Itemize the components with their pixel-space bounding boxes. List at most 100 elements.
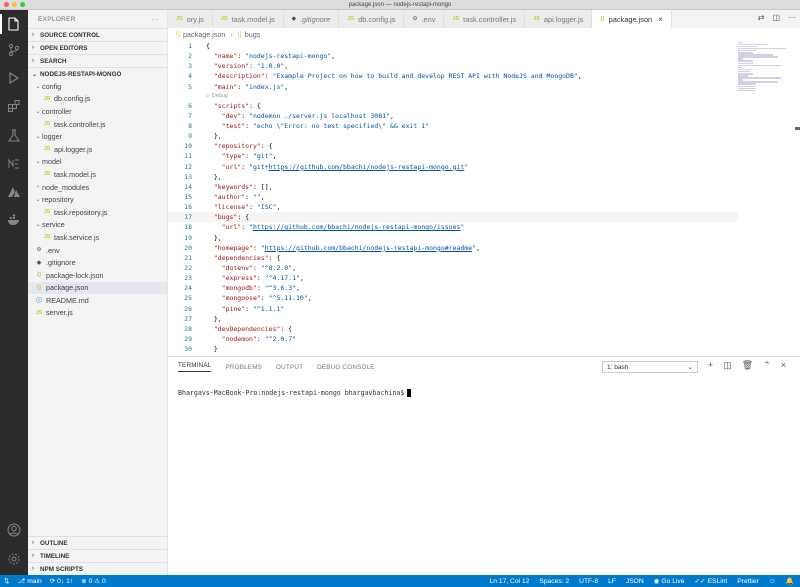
tree-folder[interactable]: ⌄ config [28, 80, 167, 93]
go-live-button[interactable]: ◉ Go Live [654, 577, 685, 585]
chevron-up-icon[interactable]: ⌃ [763, 360, 771, 371]
code-line[interactable]: 20 "homepage": "https://github.com/bbach… [168, 243, 738, 253]
tree-file[interactable]: JS db.config.js [28, 93, 167, 106]
terminal-output[interactable]: Bhargavs-MacBook-Pro:nodejs-restapi-mong… [178, 389, 412, 397]
section-search[interactable]: › SEARCH [28, 54, 167, 67]
panel-tab-terminal[interactable]: TERMINAL [178, 362, 212, 372]
code-line[interactable]: 28 "devDependencies": { [168, 324, 738, 334]
extensions-icon[interactable] [6, 98, 22, 114]
code-line[interactable]: 11 "type": "git", [168, 151, 738, 161]
language-mode[interactable]: JSON [626, 578, 644, 585]
cursor-position[interactable]: Ln 17, Col 12 [490, 578, 530, 585]
account-icon[interactable] [6, 522, 22, 538]
section-open-editors[interactable]: › OPEN EDITORS [28, 41, 167, 54]
code-line[interactable]: 6 "scripts": { [168, 101, 738, 111]
sync-status[interactable]: ⟳ 0↓ 1↑ [50, 577, 73, 585]
minimize-window-button[interactable] [12, 2, 17, 7]
feedback-icon[interactable]: ☺ [769, 578, 776, 585]
tree-file[interactable]: JS task.service.js [28, 231, 167, 244]
trash-icon[interactable]: 🗑 [742, 360, 753, 371]
encoding[interactable]: UTF-8 [579, 578, 598, 585]
debug-code-lens[interactable]: ▷ Debug [168, 92, 738, 101]
docker-icon[interactable] [6, 212, 22, 228]
section-project[interactable]: ⌄ NODEJS-RESTAPI-MONGO [28, 67, 167, 80]
code-editor[interactable]: 1{2 "name": "nodejs-restapi-mongo", 3 "ve… [168, 41, 738, 356]
split-editor-icon[interactable]: ◫ [772, 13, 780, 22]
tree-file[interactable]: ⚙ .env [28, 244, 167, 257]
split-terminal-icon[interactable]: ◫ [723, 360, 732, 371]
notifications-icon[interactable]: 🔔 [786, 577, 794, 585]
prettier-status[interactable]: Prettier [737, 578, 759, 585]
branch-indicator[interactable]: ⎇ main [18, 577, 42, 585]
code-line[interactable]: 18 "url": "https://github.com/bbachi/nod… [168, 222, 738, 232]
tree-file[interactable]: JS api.logger.js [28, 143, 167, 156]
editor-tab[interactable]: ⚙ .env [404, 10, 445, 28]
code-line[interactable]: 5 "main": "index.js", [168, 82, 738, 92]
section-outline[interactable]: › OUTLINE [28, 536, 168, 549]
code-line[interactable]: 17 "bugs": { [168, 212, 738, 223]
code-line[interactable]: 4 "description": "Example Project on how… [168, 71, 738, 81]
tree-folder[interactable]: ⌄ model [28, 156, 167, 169]
problems-indicator[interactable]: ⊗ 0 ⚠ 0 [81, 577, 106, 585]
section-npm-scripts[interactable]: › NPM SCRIPTS [28, 562, 168, 575]
minimap[interactable] [738, 41, 788, 101]
code-line[interactable]: 1{ [168, 41, 738, 51]
window-controls[interactable] [4, 2, 25, 7]
new-terminal-icon[interactable]: + [708, 360, 713, 371]
code-line[interactable]: 2 "name": "nodejs-restapi-mongo", [168, 51, 738, 61]
explorer-icon[interactable] [0, 14, 22, 34]
section-timeline[interactable]: › TIMELINE [28, 549, 168, 562]
code-line[interactable]: 21 "dependencies": { [168, 253, 738, 263]
editor-tab[interactable]: ◆ .gitignore [283, 10, 340, 28]
tree-folder[interactable]: ⌄ service [28, 219, 167, 232]
close-tab-icon[interactable]: × [658, 15, 663, 24]
code-line[interactable]: 10 "repository": { [168, 141, 738, 151]
code-line[interactable]: 7 "dev": "nodemon ./server.js localhost … [168, 111, 738, 121]
tree-folder[interactable]: ⌄ logger [28, 130, 167, 143]
code-line[interactable]: 22 "dotenv": "^8.2.0", [168, 263, 738, 273]
section-source-control[interactable]: › SOURCE CONTROL [28, 28, 167, 41]
eslint-status[interactable]: ✓✓ ESLint [694, 577, 727, 585]
panel-tab-debug-console[interactable]: DEBUG CONSOLE [317, 364, 375, 371]
code-line[interactable]: 27 }, [168, 314, 738, 324]
code-line[interactable]: 19 }, [168, 233, 738, 243]
code-line[interactable]: 26 "pine": "^1.1.1" [168, 304, 738, 314]
settings-gear-icon[interactable] [6, 551, 22, 567]
tree-file[interactable]: JS server.js [28, 307, 167, 320]
editor-tab[interactable]: JS task.controller.js [444, 10, 526, 28]
close-panel-icon[interactable]: × [781, 360, 786, 371]
testing-icon[interactable] [6, 128, 22, 144]
notebook-icon[interactable] [6, 156, 22, 172]
code-line[interactable]: 16 "license": "ISC", [168, 202, 738, 212]
code-line[interactable]: 30 } [168, 344, 738, 354]
run-debug-icon[interactable] [6, 70, 22, 86]
tree-file[interactable]: ⓘ README.md [28, 294, 167, 307]
code-line[interactable]: 9 }, [168, 131, 738, 141]
tree-file[interactable]: JS task.model.js [28, 168, 167, 181]
indentation[interactable]: Spaces: 2 [539, 578, 569, 585]
tree-file[interactable]: {} package.json [28, 281, 167, 295]
editor-tab[interactable]: JS task.model.js [212, 10, 284, 28]
compare-icon[interactable]: ⇄ [758, 13, 765, 22]
editor-scrollbar[interactable] [795, 41, 800, 356]
panel-tab-output[interactable]: OUTPUT [276, 364, 303, 371]
tree-folder[interactable]: ⌄ controller [28, 105, 167, 118]
code-line[interactable]: 13 }, [168, 172, 738, 182]
tree-file[interactable]: JS task.controller.js [28, 118, 167, 131]
maximize-window-button[interactable] [20, 2, 25, 7]
code-line[interactable]: 3 "version": "1.0.0", [168, 61, 738, 71]
panel-tab-problems[interactable]: PROBLEMS [225, 364, 262, 371]
code-line[interactable]: 24 "mongodb": "^3.6.3", [168, 283, 738, 293]
source-control-icon[interactable] [6, 42, 22, 58]
code-line[interactable]: 12 "url": "git+https://github.com/bbachi… [168, 162, 738, 172]
editor-tab[interactable]: {} package.json × [592, 10, 672, 28]
scrollbar-thumb[interactable] [795, 127, 800, 130]
tree-file[interactable]: JS task.repository.js [28, 206, 167, 219]
tree-folder[interactable]: ⌄ repository [28, 193, 167, 206]
more-actions-icon[interactable]: ··· [152, 16, 159, 23]
code-line[interactable]: 23 "express": "^4.17.1", [168, 273, 738, 283]
editor-tab[interactable]: JS api.logger.js [525, 10, 593, 28]
breadcrumb-symbol[interactable]: bugs [245, 30, 261, 39]
terminal-select[interactable]: 1: bash ⌄ [602, 361, 698, 373]
code-line[interactable]: 8 "test": "echo \"Error: no test specifi… [168, 121, 738, 131]
